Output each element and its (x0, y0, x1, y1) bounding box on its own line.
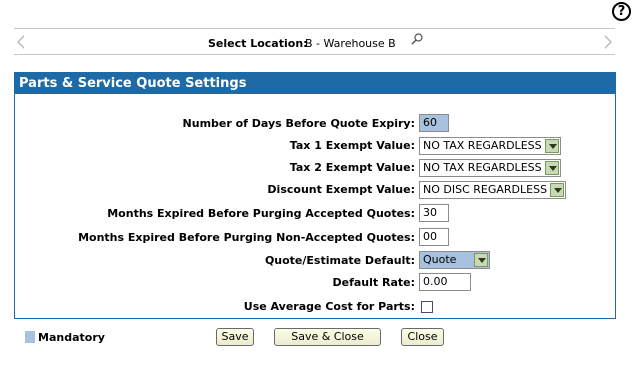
location-label: Select Location: (208, 37, 308, 50)
tax2-value: NO TAX REGARDLESS (423, 161, 542, 174)
quote-default-value: Quote (423, 253, 457, 266)
chevron-down-icon[interactable] (545, 161, 559, 175)
location-value: B - Warehouse B (305, 37, 396, 50)
discount-label: Discount Exempt Value: (267, 183, 415, 196)
tax2-label: Tax 2 Exempt Value: (289, 161, 415, 174)
save-close-button[interactable]: Save & Close (274, 328, 381, 346)
avg-cost-label: Use Average Cost for Parts: (243, 300, 415, 313)
close-button[interactable]: Close (401, 328, 444, 346)
default-rate-input[interactable]: 0.00 (419, 273, 471, 291)
quote-default-select[interactable]: Quote (419, 251, 490, 269)
avg-cost-checkbox[interactable] (421, 301, 433, 313)
quote-default-label: Quote/Estimate Default: (264, 254, 415, 267)
mandatory-swatch (25, 331, 35, 343)
purge-accepted-input[interactable]: 30 (419, 204, 449, 222)
chevron-down-icon[interactable] (550, 183, 564, 197)
tax1-value: NO TAX REGARDLESS (423, 139, 542, 152)
discount-select[interactable]: NO DISC REGARDLESS (419, 181, 566, 199)
chevron-down-icon[interactable] (474, 253, 488, 267)
days-expiry-input[interactable]: 60 (419, 114, 449, 132)
purge-non-accepted-label: Months Expired Before Purging Non-Accept… (78, 231, 415, 244)
quote-settings-panel: Parts & Service Quote Settings Number of… (14, 72, 616, 319)
chevron-down-icon[interactable] (545, 139, 559, 153)
location-bar: Select Location: B - Warehouse B (14, 28, 615, 55)
tax1-label: Tax 1 Exempt Value: (289, 139, 415, 152)
search-icon[interactable] (411, 33, 423, 45)
discount-value: NO DISC REGARDLESS (423, 183, 548, 196)
tax2-select[interactable]: NO TAX REGARDLESS (419, 159, 561, 177)
days-expiry-label: Number of Days Before Quote Expiry: (182, 117, 415, 130)
help-icon[interactable]: ? (612, 2, 631, 21)
tax1-select[interactable]: NO TAX REGARDLESS (419, 137, 561, 155)
mandatory-legend-label: Mandatory (38, 331, 105, 344)
next-location-icon[interactable] (605, 35, 612, 49)
purge-accepted-label: Months Expired Before Purging Accepted Q… (107, 207, 415, 220)
purge-non-accepted-input[interactable]: 00 (419, 228, 449, 246)
save-button[interactable]: Save (216, 328, 254, 346)
previous-location-icon[interactable] (17, 35, 24, 49)
default-rate-label: Default Rate: (332, 276, 416, 289)
panel-title: Parts & Service Quote Settings (15, 73, 615, 94)
